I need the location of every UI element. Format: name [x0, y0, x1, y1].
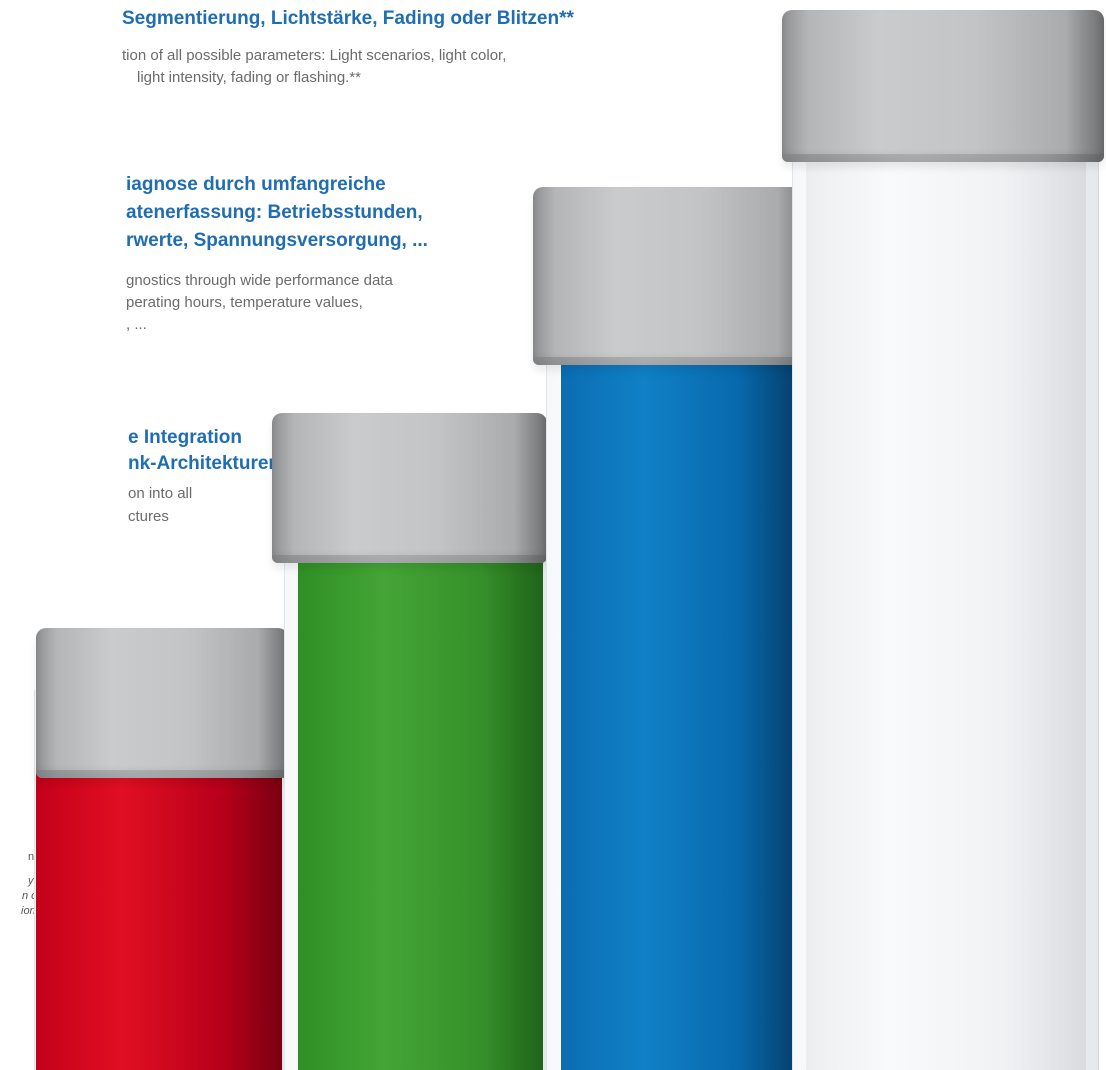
heading-3-line-2: nk-Architekturen — [128, 453, 281, 474]
green-tube-cap — [272, 413, 547, 563]
white-tube-fill — [806, 160, 1086, 1070]
body-2-line-3: , ... — [126, 316, 147, 333]
red-tube-cap — [36, 628, 288, 778]
heading-1: Segmentierung, Lichtstärke, Fading oder … — [122, 8, 574, 29]
green-tube-fill — [298, 556, 543, 1070]
body-2-line-1: gnostics through wide performance data — [126, 272, 393, 289]
red-tube-fill — [36, 770, 282, 1070]
heading-2-line-2: atenerfassung: Betriebsstunden, — [126, 202, 423, 223]
blue-tube-fill — [561, 358, 797, 1070]
body-3-line-1: on into all — [128, 485, 193, 502]
body-3-line-2: ctures — [128, 508, 169, 525]
footnote-italic-1: y — [28, 875, 34, 887]
white-tube-cap — [782, 10, 1104, 162]
body-1-line-2: light intensity, fading or flashing.** — [137, 69, 362, 86]
body-2-line-2: perating hours, temperature values, — [126, 294, 363, 311]
heading-2-line-3: rwerte, Spannungsversorgung, ... — [126, 230, 428, 251]
heading-2-line-1: iagnose durch umfangreiche — [126, 174, 386, 195]
blue-tube-cap — [533, 187, 811, 365]
body-1-line-1: tion of all possible parameters: Light s… — [122, 47, 507, 64]
heading-3-line-1: e Integration — [128, 427, 243, 448]
